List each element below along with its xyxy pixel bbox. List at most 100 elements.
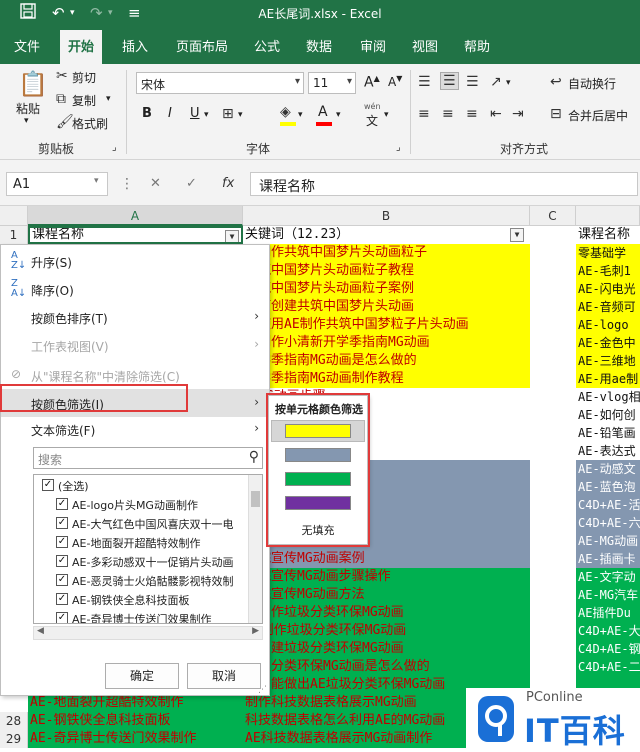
italic-button[interactable]: I <box>168 106 172 121</box>
paste-icon[interactable]: 📋 <box>18 70 48 98</box>
cancel-button[interactable]: 取消 <box>187 663 261 689</box>
increase-font-icon[interactable]: A▲ <box>364 74 380 91</box>
cell-keyword[interactable]: 如何创建共筑中国梦片头动画 <box>243 298 530 316</box>
filter-dropdown-b[interactable]: ▼ <box>510 228 524 242</box>
chevron-down-icon[interactable]: ▾ <box>106 94 111 104</box>
checkbox-checked-icon[interactable]: ✓ <box>56 498 68 510</box>
column-header-c[interactable]: C <box>530 206 576 226</box>
decrease-font-icon[interactable]: A▼ <box>388 74 402 89</box>
align-center-icon[interactable]: ≡ <box>442 106 454 122</box>
cell-course-name[interactable]: AE-动感文 <box>576 460 640 478</box>
font-name-combo[interactable]: 宋体 ▾ <box>136 72 304 94</box>
underline-button[interactable]: U <box>190 106 200 121</box>
resize-grip-icon[interactable]: ⋰ <box>258 685 267 695</box>
cell-course-name[interactable]: AE-闪电光 <box>576 280 640 298</box>
phonetic-guide-button[interactable]: wén <box>364 102 381 111</box>
cell-course-name[interactable]: AE-金色中 <box>576 334 640 352</box>
decrease-indent-icon[interactable]: ⇤ <box>490 106 502 122</box>
more-icon[interactable]: ⋮ <box>120 176 134 192</box>
cell-course-name[interactable]: AE-如何创 <box>576 406 640 424</box>
chevron-down-icon[interactable]: ▾ <box>336 110 341 120</box>
chevron-down-icon[interactable]: ▾ <box>384 110 389 120</box>
chevron-down-icon[interactable]: ▾ <box>24 116 29 126</box>
cut-button[interactable]: 剪切 <box>72 69 96 86</box>
checkbox-checked-icon[interactable]: ✓ <box>56 555 68 567</box>
cell-course-name[interactable]: C4D+AE-大 <box>576 622 640 640</box>
cell-course-name[interactable]: C4D+AE-六 <box>576 514 640 532</box>
scrollbar-thumb[interactable] <box>251 491 260 507</box>
checkbox-checked-icon[interactable]: ✓ <box>56 574 68 586</box>
cell-course-name[interactable]: C4D+AE-钢 <box>576 640 640 658</box>
font-color-button[interactable]: A <box>318 104 328 120</box>
chevron-down-icon[interactable]: ▾ <box>506 78 511 88</box>
tab-file[interactable]: 文件 <box>14 36 40 55</box>
filter-dropdown-a[interactable]: ▼ <box>225 230 239 242</box>
dialog-launcher-icon[interactable]: ⌟ <box>112 142 117 153</box>
align-middle-icon[interactable]: ☰ <box>440 72 459 90</box>
column-header-d[interactable] <box>576 206 640 226</box>
align-bottom-icon[interactable]: ☰ <box>466 74 479 90</box>
filter-values-list[interactable]: ✓ (全选) ✓ AE-logo片头MG动画制作 ✓ AE-大气红色中国风喜庆双十一电… <box>33 474 263 624</box>
tab-formulas[interactable]: 公式 <box>254 36 280 55</box>
list-scrollbar[interactable] <box>248 475 262 623</box>
chevron-down-icon[interactable]: ▾ <box>295 76 300 87</box>
chevron-down-icon[interactable]: ▾ <box>298 110 303 120</box>
sort-by-color-item[interactable]: 按颜色排序(T) › <box>1 303 269 331</box>
ok-button[interactable]: 确定 <box>105 663 179 689</box>
cell-keyword[interactable]: 医院宣传MG动画方法 <box>243 586 530 604</box>
bold-button[interactable]: B <box>142 106 152 121</box>
cell-course-name[interactable]: AE插件Du <box>576 604 640 622</box>
cell-course-name[interactable]: C4D+AE-活 <box>576 496 640 514</box>
formula-input[interactable]: 课程名称 <box>250 172 638 196</box>
cell-course-name[interactable]: AE-MG汽车 <box>576 586 640 604</box>
row-number[interactable]: 1 <box>0 226 28 244</box>
merge-center-button[interactable]: 合并后居中 <box>568 107 628 124</box>
cell-course-name[interactable]: AE-vlog相 <box>576 388 640 406</box>
cell-course-name[interactable]: 零基础学 <box>576 244 640 262</box>
sort-ascending-item[interactable]: A Z↓ 升序(S) <box>1 247 269 275</box>
align-left-icon[interactable]: ≡ <box>418 106 430 122</box>
increase-indent-icon[interactable]: ⇥ <box>512 106 524 122</box>
cell-keyword[interactable]: 医院宣传MG动画步骤操作 <box>243 568 530 586</box>
cell-keyword[interactable]: 么使用AE制作共筑中国梦粒子片头动画 <box>243 316 530 334</box>
cell-course-name[interactable]: AE-文字动 <box>576 568 640 586</box>
orientation-icon[interactable]: ↗ <box>490 74 502 90</box>
select-all-corner[interactable] <box>0 206 28 226</box>
tab-data[interactable]: 数据 <box>306 36 332 55</box>
checkbox-checked-icon[interactable]: ✓ <box>42 479 54 491</box>
cell-course-name[interactable]: AE-音频可 <box>576 298 640 316</box>
scroll-right-icon[interactable]: ▶ <box>252 626 259 636</box>
cell-course-name[interactable]: AE-表达式 <box>576 442 640 460</box>
format-painter-button[interactable]: 格式刷 <box>72 115 108 132</box>
cell-course-name[interactable]: AE-logo <box>576 316 640 334</box>
tab-view[interactable]: 视图 <box>412 36 438 55</box>
cell-d1[interactable]: 课程名称 <box>576 226 640 244</box>
cell-keyword[interactable]: AE制作垃圾分类环保MG动画 <box>243 622 530 640</box>
checkbox-checked-icon[interactable]: ✓ <box>56 612 68 623</box>
cell-keyword[interactable]: 开学季指南MG动画制作教程 <box>243 370 530 388</box>
cell-a28[interactable]: AE-钢铁侠全息科技面板 <box>28 712 243 730</box>
text-filter-item[interactable]: 文本筛选(F) › <box>1 415 269 443</box>
row-number[interactable]: 29 <box>0 730 28 748</box>
insert-function-button[interactable]: fx <box>222 176 234 191</box>
tab-home[interactable]: 开始 <box>60 30 103 64</box>
dialog-launcher-icon[interactable]: ⌟ <box>396 142 401 153</box>
cell-course-name[interactable]: AE-三维地 <box>576 352 640 370</box>
cell-course-name[interactable]: AE-用ae制 <box>576 370 640 388</box>
font-size-combo[interactable]: 11 ▾ <box>308 72 356 94</box>
column-header-b[interactable]: B <box>243 206 530 226</box>
scroll-left-icon[interactable]: ◀ <box>37 626 44 636</box>
sort-descending-item[interactable]: Z A↓ 降序(O) <box>1 275 269 303</box>
cell-course-name[interactable]: AE-铅笔画 <box>576 424 640 442</box>
cell-a29[interactable]: AE-奇异博士传送门效果制作 <box>28 730 243 748</box>
checkbox-checked-icon[interactable]: ✓ <box>56 517 68 529</box>
tab-help[interactable]: 帮助 <box>464 36 490 55</box>
cell-course-name[interactable]: AE-蓝色泡 <box>576 478 640 496</box>
row-number[interactable]: 28 <box>0 712 28 730</box>
tab-insert[interactable]: 插入 <box>122 36 148 55</box>
checkbox-checked-icon[interactable]: ✓ <box>56 593 68 605</box>
borders-icon[interactable]: ⊞ <box>222 106 234 122</box>
wrap-text-button[interactable]: 自动换行 <box>568 75 616 92</box>
chevron-down-icon[interactable]: ▾ <box>238 110 243 120</box>
fill-color-icon[interactable]: ◈ <box>280 104 291 120</box>
